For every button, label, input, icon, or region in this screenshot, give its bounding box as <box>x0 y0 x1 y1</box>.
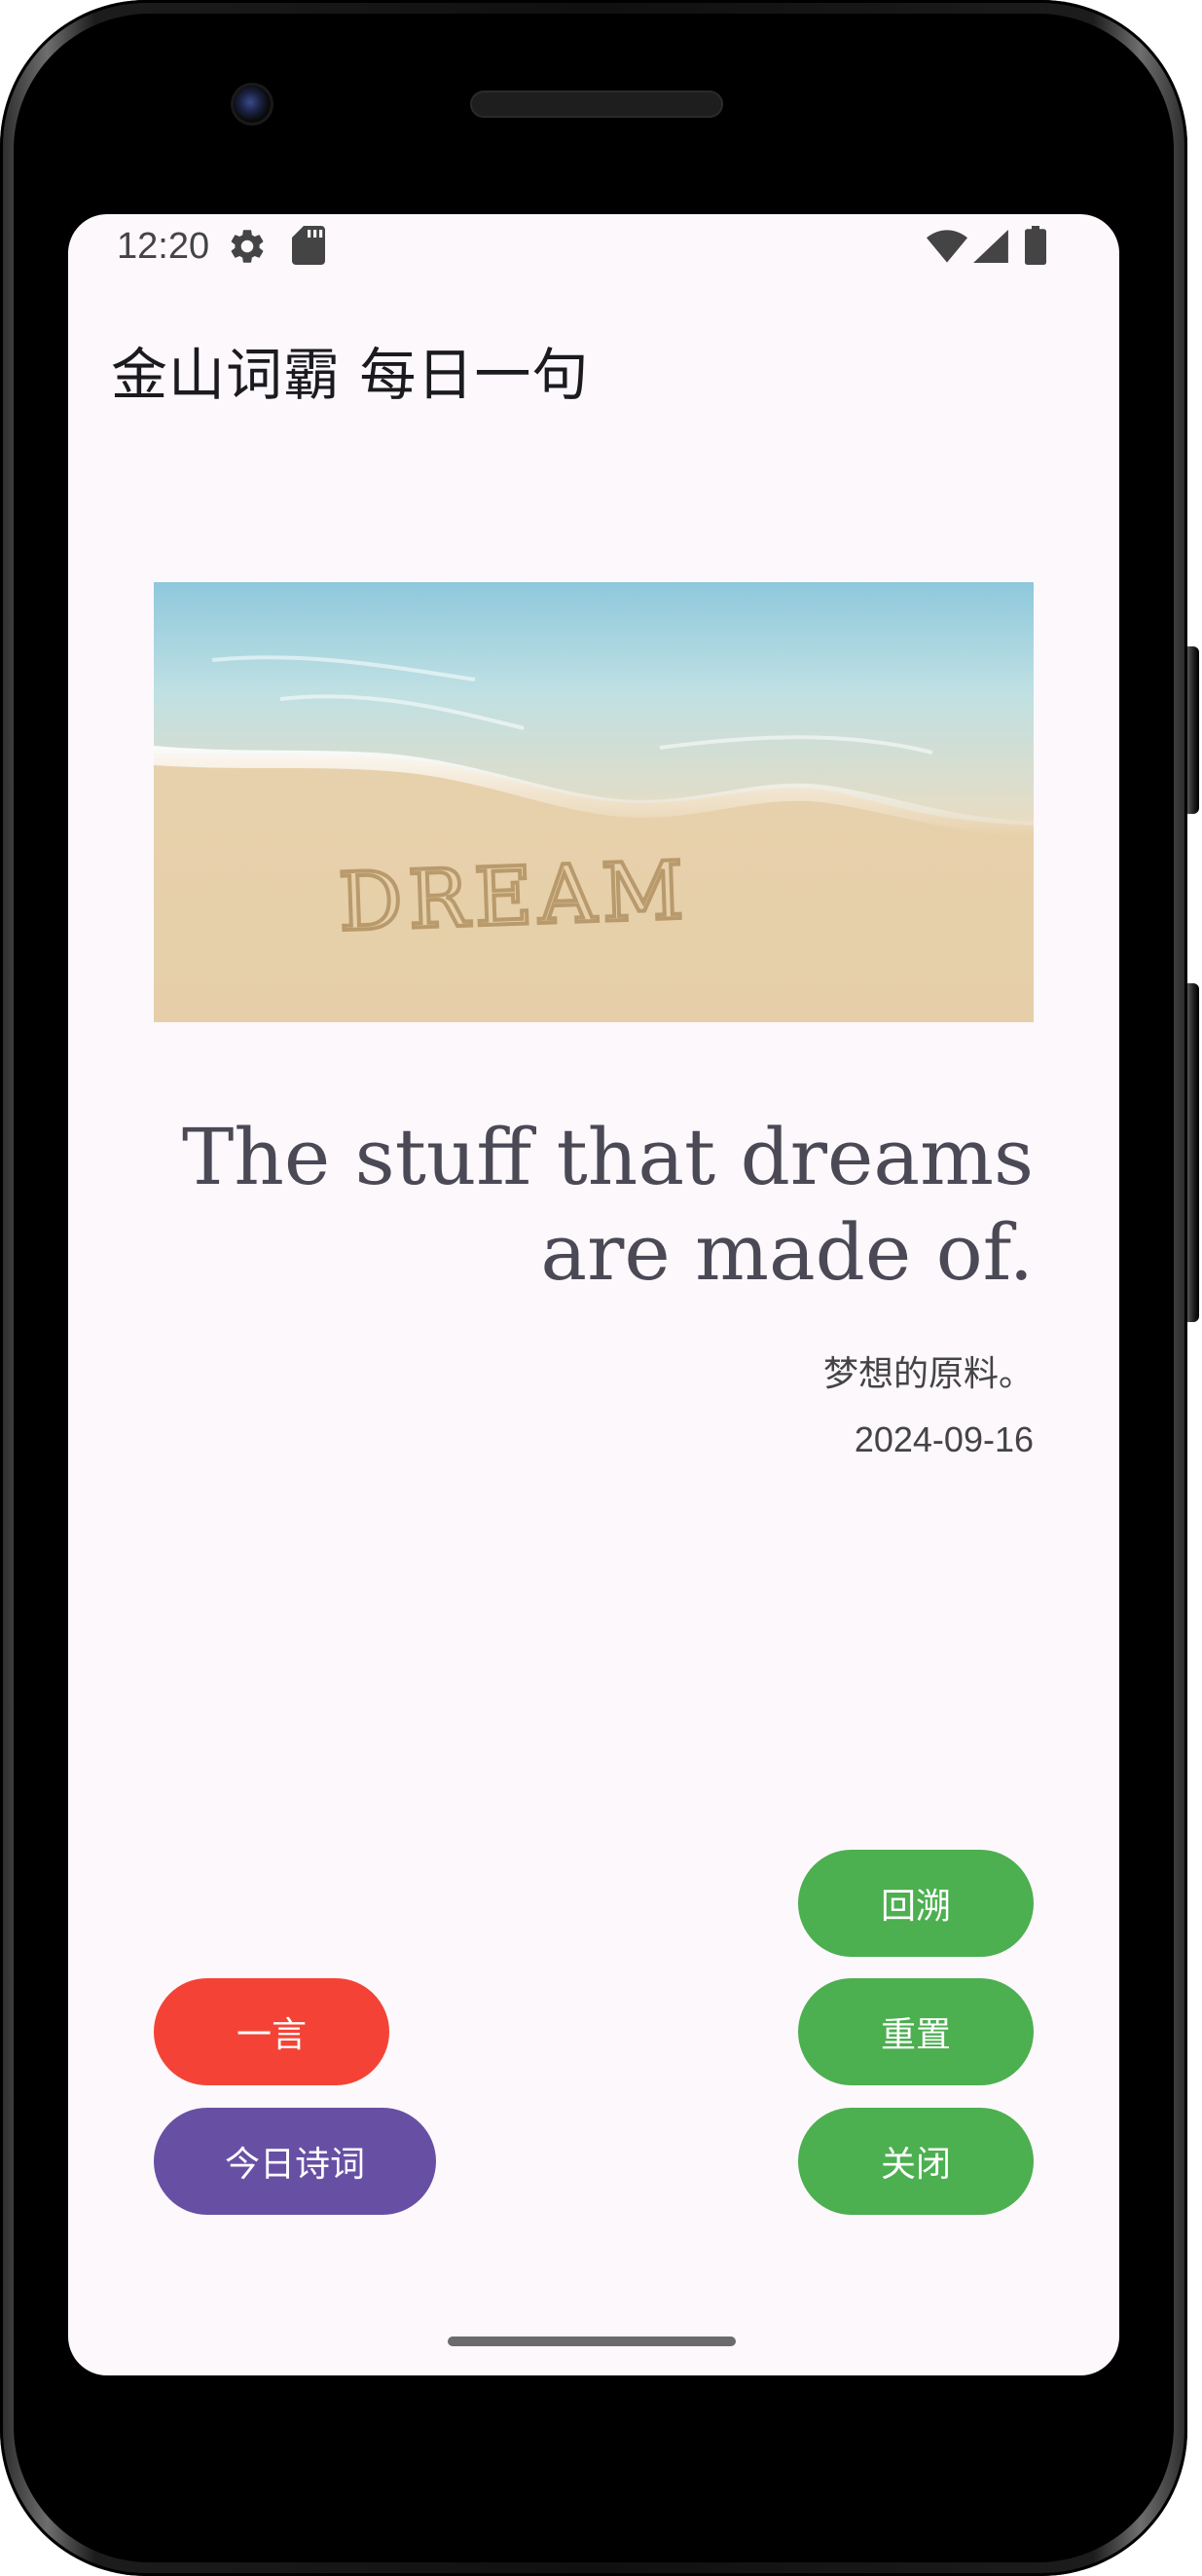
status-time: 12:20 <box>117 226 210 267</box>
svg-text:DREAM: DREAM <box>337 845 691 950</box>
power-button[interactable] <box>1187 646 1199 814</box>
dream-sand-writing: DREAM <box>335 843 693 952</box>
battery-icon <box>1025 226 1046 269</box>
app-screen: 12:20 金山词霸 每日一句 DREAM The stuff that dre… <box>68 214 1119 2375</box>
gear-icon <box>227 226 268 271</box>
home-gesture-bar[interactable] <box>448 2337 736 2346</box>
daily-poetry-button[interactable]: 今日诗词 <box>154 2108 436 2215</box>
daily-image: DREAM <box>154 582 1034 1022</box>
daily-sentence-en: The stuff that dreams are made of. <box>182 1112 1034 1298</box>
wifi-icon <box>927 230 967 267</box>
status-bar: 12:20 <box>68 214 1119 282</box>
rewind-button[interactable]: 回溯 <box>798 1850 1034 1957</box>
earpiece-speaker <box>470 91 723 118</box>
daily-sentence-zh: 梦想的原料。 <box>822 1354 1034 1394</box>
volume-button[interactable] <box>1187 983 1199 1322</box>
device-stage: 12:20 金山词霸 每日一句 DREAM The stuff that dre… <box>0 0 1202 2576</box>
app-title: 金山词霸 每日一句 <box>111 342 590 408</box>
front-camera <box>234 86 271 123</box>
daily-date: 2024-09-16 <box>854 1419 1034 1459</box>
cell-signal-icon <box>973 230 1008 267</box>
close-button[interactable]: 关闭 <box>798 2108 1034 2215</box>
yiyan-button[interactable]: 一言 <box>154 1978 389 2085</box>
reset-button[interactable]: 重置 <box>798 1978 1034 2085</box>
sd-card-icon <box>292 226 325 269</box>
